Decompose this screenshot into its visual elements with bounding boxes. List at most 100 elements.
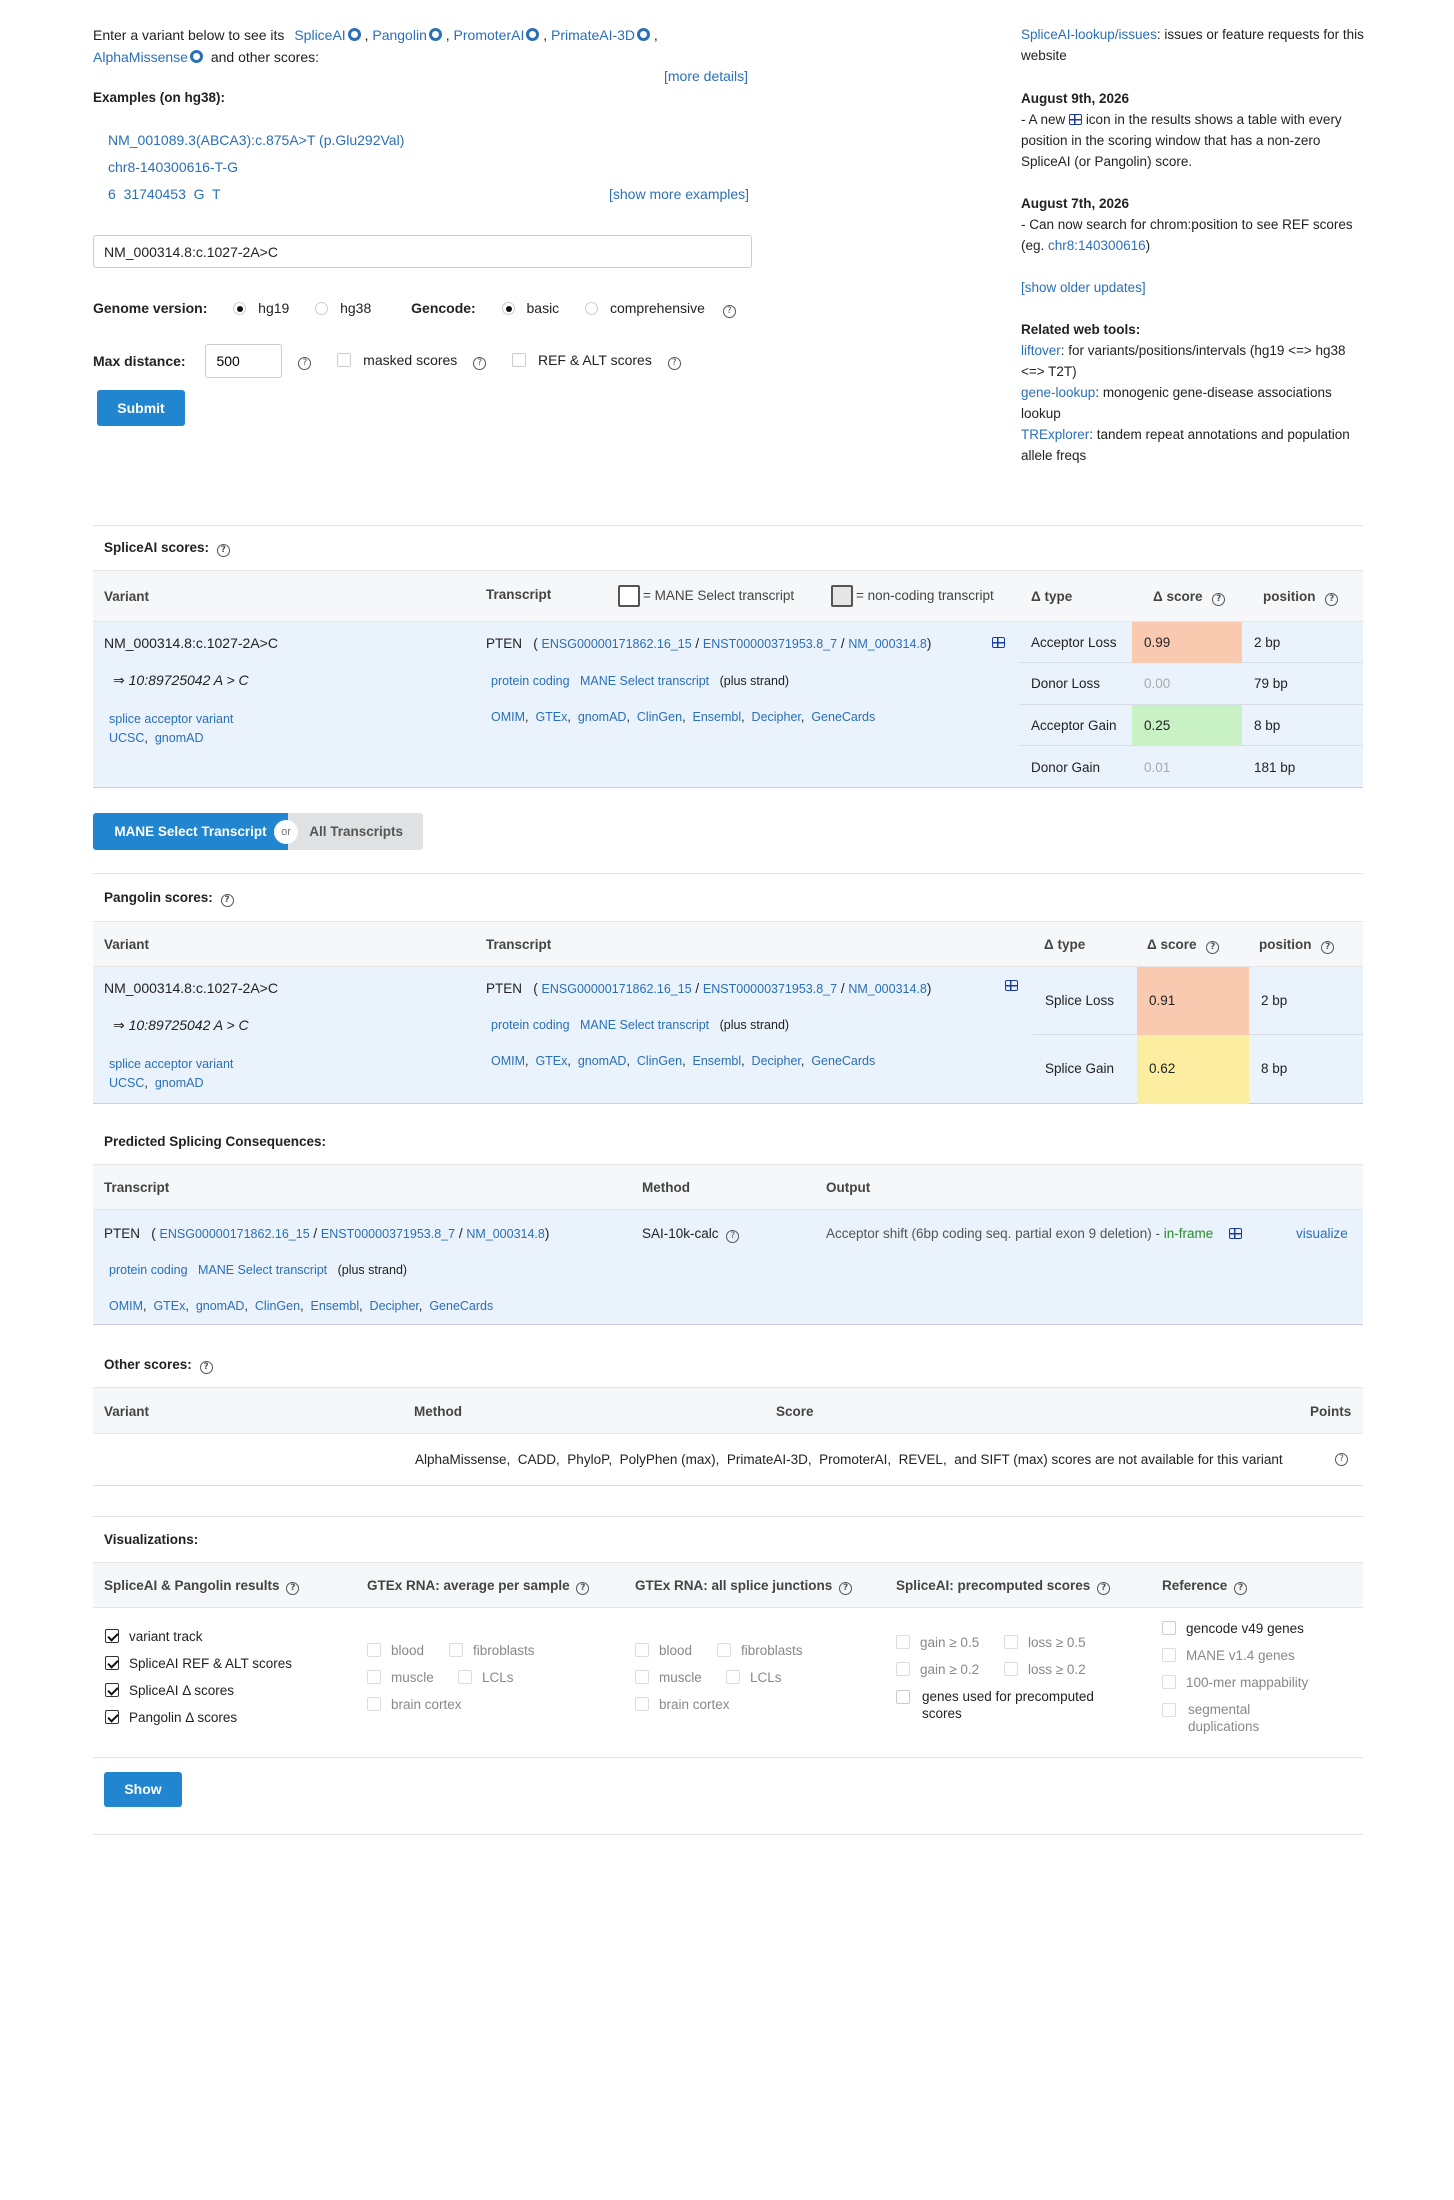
gencode-genes-checkbox[interactable] — [1162, 1621, 1176, 1635]
ensg-link[interactable]: ENSG00000171862.16_15 — [542, 982, 692, 996]
chr-position-example-link[interactable]: chr8:140300616 — [1048, 238, 1146, 253]
variant-track-checkbox[interactable] — [105, 1629, 119, 1643]
decipher-link[interactable]: Decipher — [752, 1054, 801, 1068]
variant-consequence-link[interactable]: splice acceptor variant — [109, 712, 233, 726]
issues-link[interactable]: SpliceAI-lookup/issues — [1021, 27, 1157, 42]
omim-link[interactable]: OMIM — [491, 1054, 525, 1068]
enst-link[interactable]: ENST00000371953.8_7 — [703, 637, 837, 651]
nm-link[interactable]: NM_000314.8 — [466, 1227, 545, 1241]
github-icon[interactable] — [526, 28, 540, 41]
omim-link[interactable]: OMIM — [109, 1299, 143, 1313]
biotype-link[interactable]: protein coding — [109, 1263, 188, 1277]
example-item[interactable]: chr8-140300616-T-G — [108, 159, 238, 175]
gtex-junc-lcls-checkbox[interactable] — [726, 1670, 740, 1684]
gtex-junc-blood-checkbox[interactable] — [635, 1643, 649, 1657]
biotype-link[interactable]: protein coding — [491, 674, 570, 688]
help-icon[interactable]: ? — [1212, 593, 1226, 606]
gain-05-checkbox[interactable] — [896, 1635, 910, 1649]
gtex-avg-fibroblasts-checkbox[interactable] — [449, 1643, 463, 1657]
genecards-link[interactable]: GeneCards — [811, 1054, 875, 1068]
help-icon[interactable]: ? — [1206, 941, 1220, 954]
loss-05-checkbox[interactable] — [1004, 1635, 1018, 1649]
genecards-link[interactable]: GeneCards — [429, 1299, 493, 1313]
mane-link[interactable]: MANE Select transcript — [198, 1263, 327, 1277]
help-icon[interactable]: ? — [1335, 1453, 1348, 1466]
ensg-link[interactable]: ENSG00000171862.16_15 — [160, 1227, 310, 1241]
enst-link[interactable]: ENST00000371953.8_7 — [321, 1227, 455, 1241]
primateai-link[interactable]: PrimateAI-3D — [551, 27, 635, 43]
gnomad-link[interactable]: gnomAD — [196, 1299, 245, 1313]
decipher-link[interactable]: Decipher — [752, 710, 801, 724]
promoterai-link[interactable]: PromoterAI — [454, 27, 525, 43]
help-icon[interactable]: ? — [216, 544, 230, 557]
help-icon[interactable]: ? — [576, 1582, 590, 1595]
ensembl-link[interactable]: Ensembl — [310, 1299, 359, 1313]
show-older-updates-link[interactable]: [show older updates] — [1021, 280, 1146, 295]
enst-link[interactable]: ENST00000371953.8_7 — [703, 982, 837, 996]
score-table-icon[interactable] — [1005, 980, 1018, 991]
biotype-link[interactable]: protein coding — [491, 1018, 570, 1032]
trexplorer-link[interactable]: TRExplorer — [1021, 427, 1089, 442]
gene-lookup-link[interactable]: gene-lookup — [1021, 385, 1095, 400]
spliceai-delta-checkbox[interactable] — [105, 1683, 119, 1697]
pangolin-delta-checkbox[interactable] — [105, 1710, 119, 1724]
visualize-link[interactable]: visualize — [1296, 1226, 1348, 1241]
variant-search-input[interactable] — [93, 235, 752, 268]
ensembl-link[interactable]: Ensembl — [692, 710, 741, 724]
github-icon[interactable] — [347, 28, 361, 41]
genecards-link[interactable]: GeneCards — [811, 710, 875, 724]
decipher-link[interactable]: Decipher — [370, 1299, 419, 1313]
clingen-link[interactable]: ClinGen — [255, 1299, 300, 1313]
help-icon[interactable]: ? — [722, 305, 736, 318]
gnomad-link[interactable]: gnomAD — [155, 1076, 204, 1090]
ucsc-link[interactable]: UCSC — [109, 731, 144, 745]
pangolin-link[interactable]: Pangolin — [372, 27, 427, 43]
ref-alt-scores-checkbox[interactable] — [105, 1656, 119, 1670]
loss-02-checkbox[interactable] — [1004, 1662, 1018, 1676]
gtex-junc-brain-checkbox[interactable] — [635, 1697, 649, 1711]
help-icon[interactable]: ? — [473, 356, 487, 370]
spliceai-link[interactable]: SpliceAI — [294, 27, 345, 43]
help-icon[interactable]: ? — [1234, 1582, 1248, 1595]
github-icon[interactable] — [189, 50, 203, 63]
github-icon[interactable] — [637, 28, 651, 41]
ref-alt-checkbox[interactable] — [512, 352, 527, 367]
show-more-examples-link[interactable]: [show more examples] — [609, 186, 749, 202]
help-icon[interactable]: ? — [199, 1361, 213, 1374]
table-icon[interactable] — [1228, 1228, 1242, 1239]
github-icon[interactable] — [428, 28, 442, 41]
precomputed-genes-checkbox[interactable] — [896, 1690, 910, 1704]
ucsc-link[interactable]: UCSC — [109, 1076, 144, 1090]
nm-link[interactable]: NM_000314.8 — [848, 637, 927, 651]
help-icon[interactable]: ? — [1325, 593, 1339, 606]
show-button[interactable]: Show — [104, 1772, 182, 1807]
gtex-avg-lcls-checkbox[interactable] — [458, 1670, 472, 1684]
example-item[interactable]: 6 31740453 G T — [108, 186, 221, 202]
more-details-link[interactable]: [more details] — [664, 68, 748, 84]
mane-link[interactable]: MANE Select transcript — [580, 674, 709, 688]
help-icon[interactable]: ? — [298, 356, 312, 370]
ensembl-link[interactable]: Ensembl — [692, 1054, 741, 1068]
gtex-avg-brain-checkbox[interactable] — [367, 1697, 381, 1711]
variant-consequence-link[interactable]: splice acceptor variant — [109, 1057, 233, 1071]
nm-link[interactable]: NM_000314.8 — [848, 982, 927, 996]
gtex-avg-blood-checkbox[interactable] — [367, 1643, 381, 1657]
basic-radio[interactable] — [501, 302, 515, 315]
gtex-junc-muscle-checkbox[interactable] — [635, 1670, 649, 1684]
hg38-radio[interactable] — [315, 302, 329, 315]
mane-select-toggle[interactable]: MANE Select Transcript — [93, 813, 288, 850]
gnomad-link[interactable]: gnomAD — [155, 731, 204, 745]
help-icon[interactable]: ? — [220, 894, 234, 907]
help-icon[interactable]: ? — [286, 1582, 300, 1595]
omim-link[interactable]: OMIM — [491, 710, 525, 724]
liftover-link[interactable]: liftover — [1021, 343, 1061, 358]
gtex-junc-fibroblasts-checkbox[interactable] — [717, 1643, 731, 1657]
help-icon[interactable]: ? — [1321, 941, 1335, 954]
help-icon[interactable]: ? — [1097, 1582, 1111, 1595]
gnomad-link[interactable]: gnomAD — [578, 1054, 627, 1068]
example-item[interactable]: NM_001089.3(ABCA3):c.875A>T (p.Glu292Val… — [108, 132, 404, 148]
segdup-checkbox[interactable] — [1162, 1703, 1176, 1717]
clingen-link[interactable]: ClinGen — [637, 710, 682, 724]
mane-link[interactable]: MANE Select transcript — [580, 1018, 709, 1032]
gnomad-link[interactable]: gnomAD — [578, 710, 627, 724]
